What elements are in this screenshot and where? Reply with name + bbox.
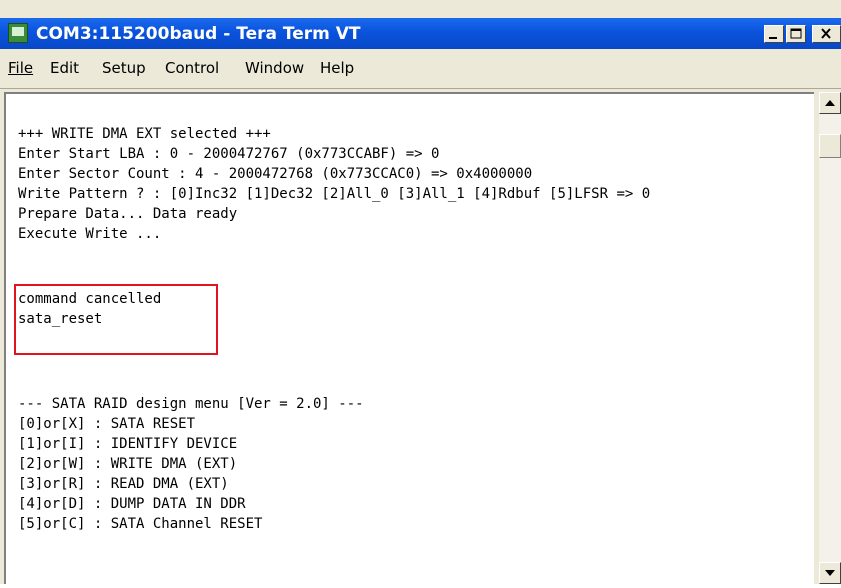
- menu-bar: File Edit Setup Control Window Help: [0, 49, 841, 89]
- terminal-line: Write Pattern ? : [0]Inc32 [1]Dec32 [2]A…: [18, 186, 651, 202]
- terminal-line: [0]or[X] : SATA RESET: [18, 416, 196, 432]
- scroll-down-arrow-icon: [825, 570, 835, 576]
- menu-file[interactable]: File: [8, 59, 33, 77]
- scroll-down-button[interactable]: [819, 562, 841, 584]
- menu-setup[interactable]: Setup: [102, 59, 146, 77]
- scrollbar-track[interactable]: [819, 114, 841, 562]
- minimize-button[interactable]: [764, 25, 784, 43]
- terminal-line: [1]or[I] : IDENTIFY DEVICE: [18, 436, 238, 452]
- terminal-line: --- SATA RAID design menu [Ver = 2.0] --…: [18, 396, 364, 412]
- close-icon: [821, 28, 831, 39]
- maximize-button[interactable]: [786, 25, 806, 43]
- vertical-scrollbar[interactable]: [815, 92, 841, 584]
- terminal-line: Prepare Data... Data ready: [18, 206, 238, 222]
- menu-edit[interactable]: Edit: [50, 59, 79, 77]
- window-title: COM3:115200baud - Tera Term VT: [36, 24, 361, 44]
- terminal-line: [4]or[D] : DUMP DATA IN DDR: [18, 496, 246, 512]
- maximize-icon: [790, 28, 802, 39]
- menu-window[interactable]: Window: [245, 59, 304, 77]
- red-highlight-box: [14, 284, 218, 355]
- teraterm-app-icon[interactable]: [8, 23, 28, 43]
- scrollbar-thumb[interactable]: [819, 134, 841, 158]
- minimize-icon: [769, 37, 777, 39]
- title-bar[interactable]: COM3:115200baud - Tera Term VT: [0, 18, 841, 49]
- close-button[interactable]: [812, 25, 841, 43]
- terminal-line: Enter Start LBA : 0 - 2000472767 (0x773C…: [18, 146, 440, 162]
- scroll-up-arrow-icon: [825, 100, 835, 106]
- menu-control[interactable]: Control: [165, 59, 219, 77]
- terminal-line: Enter Sector Count : 4 - 2000472768 (0x7…: [18, 166, 533, 182]
- scroll-up-button[interactable]: [819, 92, 841, 114]
- terminal-line: [5]or[C] : SATA Channel RESET: [18, 516, 263, 532]
- teraterm-window: COM3:115200baud - Tera Term VT File Edit…: [0, 0, 841, 584]
- terminal-line: Execute Write ...: [18, 226, 162, 242]
- menu-help[interactable]: Help: [320, 59, 354, 77]
- terminal-line: [2]or[W] : WRITE DMA (EXT): [18, 456, 238, 472]
- terminal-output[interactable]: +++ WRITE DMA EXT selected +++ Enter Sta…: [4, 92, 814, 584]
- terminal-line: [3]or[R] : READ DMA (EXT): [18, 476, 229, 492]
- terminal-line: +++ WRITE DMA EXT selected +++: [18, 126, 271, 142]
